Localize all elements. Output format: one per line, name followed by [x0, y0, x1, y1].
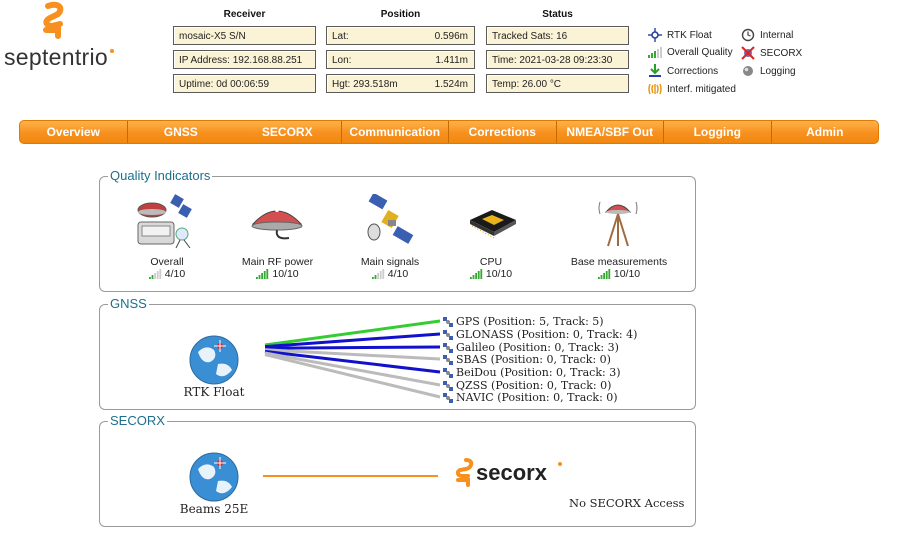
secorx-title: SECORX [108, 413, 167, 428]
satellite-icon [443, 316, 453, 327]
secorx-beam-label: Beams 25E [179, 502, 249, 516]
satellite-icon [443, 354, 453, 365]
gnss-system-sbas[interactable]: SBAS (Position: 0, Track: 0) [442, 353, 611, 366]
gnss-system-glonass[interactable]: GLONASS (Position: 0, Track: 4) [442, 328, 637, 341]
satellite-icon [443, 367, 453, 378]
secorx-logo-dot [558, 462, 562, 466]
secorx-logo-text: secorx [476, 460, 547, 485]
satellite-icon [443, 329, 453, 340]
gnss-system-navic[interactable]: NAVIC (Position: 0, Track: 0) [442, 391, 618, 404]
gnss-system-glonass-label: GLONASS (Position: 0, Track: 4) [456, 328, 638, 341]
globe-icon[interactable] [188, 451, 240, 503]
gnss-system-sbas-label: SBAS (Position: 0, Track: 0) [456, 353, 611, 366]
satellite-icon [443, 392, 453, 403]
satellite-icon [443, 380, 453, 391]
secorx-status: No SECORX Access [569, 496, 685, 510]
secorx-logo-mark [455, 458, 474, 487]
gnss-system-navic-label: NAVIC (Position: 0, Track: 0) [456, 391, 618, 404]
secorx-link-line [263, 475, 438, 477]
satellite-icon [443, 342, 453, 353]
gnss-link-line [264, 345, 441, 350]
gnss-system-beidou-label: BeiDou (Position: 0, Track: 3) [456, 366, 621, 379]
gnss-system-beidou[interactable]: BeiDou (Position: 0, Track: 3) [442, 366, 620, 379]
gnss-system-gps-label: GPS (Position: 5, Track: 5) [456, 315, 604, 328]
gnss-system-gps[interactable]: GPS (Position: 5, Track: 5) [442, 315, 604, 328]
